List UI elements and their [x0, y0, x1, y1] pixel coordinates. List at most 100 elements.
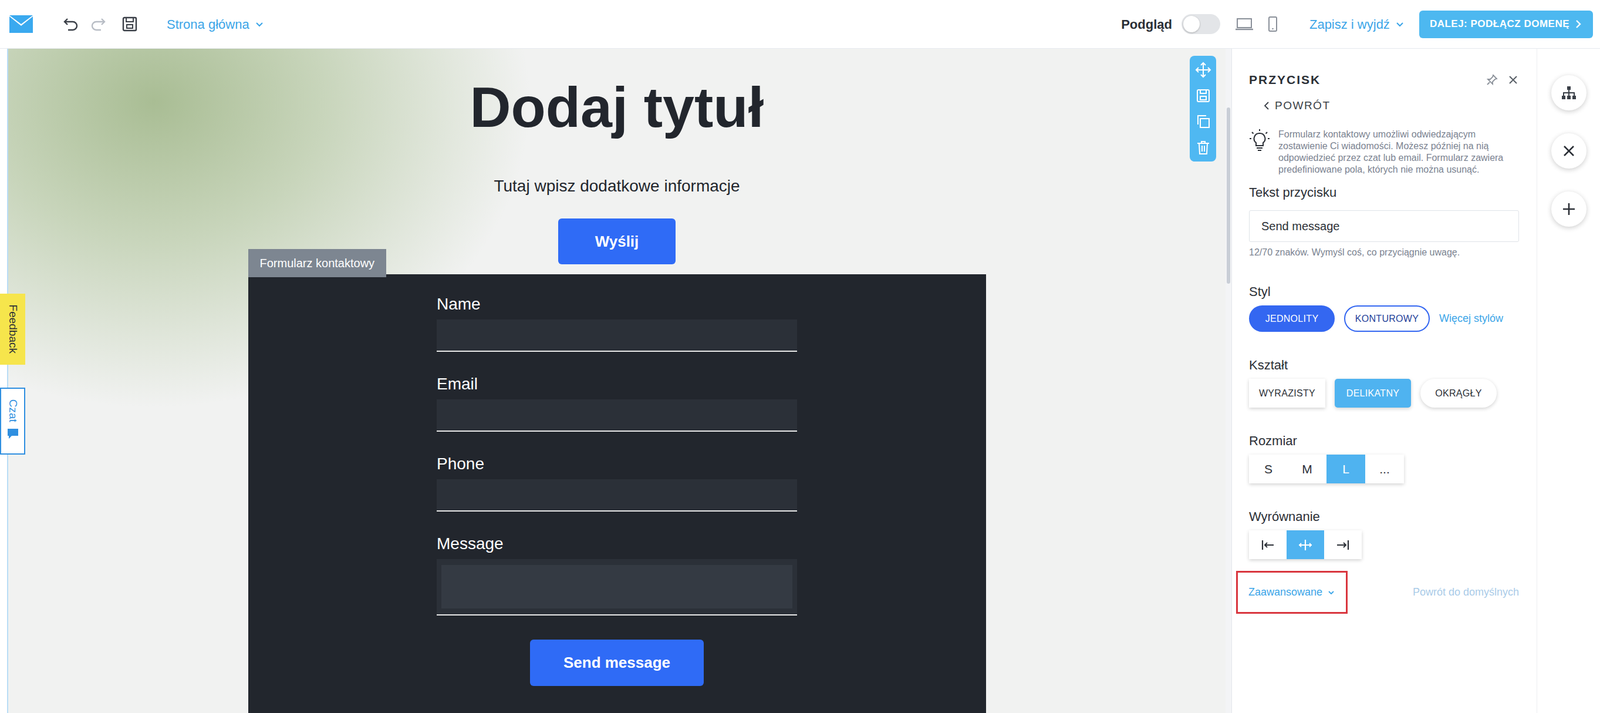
add-element-button[interactable]: [1551, 191, 1587, 227]
shape-label: Kształt: [1249, 357, 1520, 373]
canvas-scrollbar[interactable]: [1225, 48, 1232, 713]
size-option[interactable]: ...: [1365, 454, 1404, 484]
tip-text: Formularz kontaktowy umożliwi odwiedzają…: [1278, 128, 1520, 176]
button-settings-panel: PRZYCISK POWRÓT Formularz kontaktowy umo…: [1231, 48, 1537, 713]
undo-icon[interactable]: [62, 15, 80, 33]
align-center-icon[interactable]: [1297, 536, 1314, 553]
preview-toggle[interactable]: [1181, 14, 1221, 35]
save-icon[interactable]: [1195, 87, 1212, 104]
chevron-right-icon: [1574, 19, 1583, 29]
trash-icon[interactable]: [1195, 139, 1212, 156]
section-toolbar: [1189, 55, 1217, 162]
align-right-icon[interactable]: [1334, 536, 1352, 553]
right-toolbar: [1536, 48, 1600, 713]
side-tab-label[interactable]: Czat: [4, 398, 22, 422]
more-styles-link[interactable]: Więcej stylów: [1439, 310, 1504, 327]
align-left-icon[interactable]: [1259, 536, 1277, 553]
advanced-label[interactable]: Zaawansowane: [1248, 584, 1323, 600]
plus-icon[interactable]: [1560, 200, 1578, 218]
size-option[interactable]: L: [1326, 454, 1366, 484]
move-icon[interactable]: [1195, 61, 1212, 79]
save-exit-label[interactable]: Zapisz i wyjdź: [1309, 14, 1390, 35]
alignment-option[interactable]: [1286, 530, 1325, 559]
back-label[interactable]: POWRÓT: [1274, 98, 1331, 114]
alignment-option[interactable]: [1324, 530, 1362, 559]
page-subtitle[interactable]: Tutaj wpisz dodatkowe informacje: [493, 174, 740, 198]
size-option-label[interactable]: S: [1264, 459, 1273, 479]
duplicate-icon[interactable]: [1195, 113, 1212, 130]
form-field: Email: [436, 373, 798, 432]
field-input[interactable]: [436, 319, 798, 352]
style-option[interactable]: KONTUROWY: [1344, 305, 1430, 332]
field-input[interactable]: [436, 399, 798, 432]
reset-label[interactable]: Powrót do domyślnych: [1412, 585, 1520, 598]
chat-bubble-icon[interactable]: [5, 426, 20, 440]
close-icon[interactable]: [1507, 73, 1520, 86]
submit-button[interactable]: Send message: [530, 639, 704, 686]
size-option[interactable]: S: [1249, 454, 1288, 484]
alignment-label: Wyrównanie: [1249, 508, 1520, 525]
size-option-label[interactable]: M: [1301, 459, 1313, 479]
alignment-option[interactable]: [1249, 530, 1287, 559]
page-menu-label[interactable]: Strona główna: [166, 14, 250, 35]
page-title[interactable]: Dodaj tytuł: [469, 72, 764, 143]
chevron-down-icon[interactable]: [1394, 18, 1406, 30]
field-label: Name: [436, 294, 798, 315]
field-label: Phone: [436, 453, 798, 474]
chevron-down-icon[interactable]: [1327, 588, 1336, 597]
size-option-label[interactable]: L: [1342, 459, 1350, 479]
shape-option-label[interactable]: DELIKATNY: [1346, 386, 1400, 401]
panel-title: PRZYCISK: [1249, 72, 1487, 88]
form-field: Message: [436, 533, 798, 616]
size-option-label[interactable]: ...: [1379, 459, 1390, 479]
size-label: Rozmiar: [1249, 433, 1520, 449]
contact-form[interactable]: Formularz kontaktowy NameEmailPhoneMessa…: [248, 274, 987, 713]
shape-option[interactable]: OKRĄGŁY: [1420, 378, 1497, 408]
style-option-label[interactable]: KONTUROWY: [1355, 311, 1419, 326]
close-editor-button[interactable]: [1551, 133, 1587, 169]
form-field: Name: [436, 294, 798, 352]
shape-option[interactable]: WYRAZISTY: [1249, 378, 1326, 408]
phone-icon[interactable]: [1263, 15, 1282, 33]
style-label: Styl: [1249, 284, 1520, 300]
form-tab[interactable]: Formularz kontaktowy: [248, 248, 387, 278]
advanced-toggle[interactable]: Zaawansowane: [1236, 570, 1348, 614]
style-option[interactable]: JEDNOLITY: [1249, 305, 1335, 332]
field-label: Message: [436, 533, 798, 554]
side-tab[interactable]: Feedback: [0, 293, 26, 365]
page-menu[interactable]: Strona główna: [166, 14, 265, 35]
pin-icon[interactable]: [1486, 73, 1498, 86]
size-option[interactable]: M: [1287, 454, 1327, 484]
shape-option-label[interactable]: OKRĄGŁY: [1435, 386, 1482, 401]
side-tab[interactable]: Czat: [0, 387, 26, 455]
field-input[interactable]: [436, 478, 798, 512]
side-tab-label[interactable]: Feedback: [4, 304, 22, 354]
chevron-down-icon[interactable]: [254, 18, 265, 30]
shape-option[interactable]: DELIKATNY: [1334, 378, 1412, 408]
reset-defaults-link[interactable]: Powrót do domyślnych: [1412, 584, 1520, 600]
save-exit-menu[interactable]: Zapisz i wyjdź: [1309, 14, 1406, 35]
field-textarea[interactable]: [436, 558, 798, 616]
close-icon[interactable]: [1560, 142, 1578, 160]
style-option-label[interactable]: JEDNOLITY: [1265, 311, 1319, 326]
logo-icon[interactable]: [8, 14, 35, 35]
next-button-label[interactable]: DALEJ: PODŁĄCZ DOMENĘ: [1429, 16, 1570, 32]
button-text-input[interactable]: [1249, 210, 1520, 242]
page-canvas[interactable]: Dodaj tytuł Tutaj wpisz dodatkowe inform…: [7, 48, 1226, 713]
chevron-left-icon[interactable]: [1263, 100, 1271, 111]
next-button[interactable]: DALEJ: PODŁĄCZ DOMENĘ: [1419, 10, 1593, 39]
back-link[interactable]: POWRÓT: [1249, 98, 1520, 114]
sitemap-icon[interactable]: [1560, 84, 1578, 101]
send-button[interactable]: Wyślij: [558, 218, 676, 265]
preview-label: Podgląd: [1121, 14, 1173, 35]
lightbulb-icon: [1249, 128, 1271, 153]
structure-button[interactable]: [1551, 75, 1587, 111]
redo-icon[interactable]: [89, 15, 107, 33]
save-icon[interactable]: [120, 15, 139, 33]
laptop-icon[interactable]: [1234, 15, 1255, 33]
form-field: Phone: [436, 453, 798, 512]
char-count-hint: 12/70 znaków. Wymyśl coś, co przyciągnie…: [1249, 246, 1520, 259]
field-label: Email: [436, 373, 798, 394]
button-text-label: Tekst przycisku: [1249, 184, 1520, 201]
shape-option-label[interactable]: WYRAZISTY: [1258, 386, 1316, 401]
